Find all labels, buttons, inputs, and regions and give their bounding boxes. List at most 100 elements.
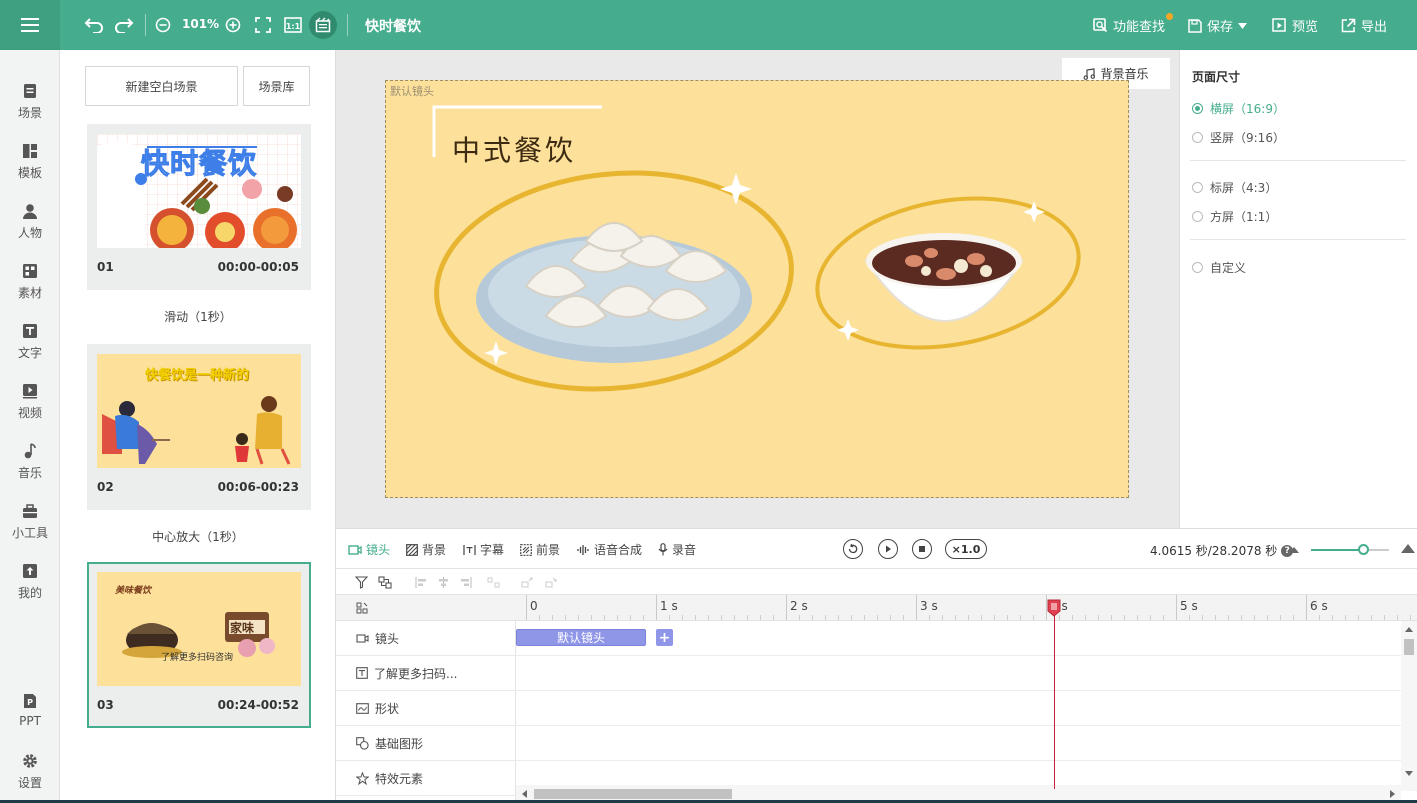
transition-label[interactable]: 滑动（1秒） bbox=[60, 308, 336, 325]
tab-voice-synthesis[interactable]: 语音合成 bbox=[577, 541, 642, 558]
save-button[interactable]: 保存 bbox=[1188, 16, 1248, 35]
add-lens-button[interactable]: + bbox=[656, 629, 673, 646]
play-button[interactable] bbox=[878, 539, 898, 559]
page-size-option-4-3[interactable]: 标屏（4:3） bbox=[1192, 179, 1277, 196]
ruler-minor-tick bbox=[1319, 615, 1320, 620]
preview-button[interactable]: 预览 bbox=[1272, 16, 1318, 35]
track-lanes: 默认镜头 + bbox=[516, 621, 1401, 791]
stage-canvas[interactable]: 默认镜头 中式餐饮 bbox=[385, 80, 1129, 498]
zoom-in-mountain-icon[interactable] bbox=[1401, 542, 1415, 553]
redo-button[interactable] bbox=[112, 13, 136, 37]
project-title[interactable]: 快时餐饮 bbox=[365, 16, 421, 36]
page-size-option-custom[interactable]: 自定义 bbox=[1192, 259, 1246, 276]
scene-library-button[interactable]: 场景库 bbox=[243, 66, 310, 106]
sidebar-item-scene[interactable]: 场景 bbox=[0, 82, 60, 132]
subtitle-mode-button[interactable] bbox=[309, 11, 337, 39]
ruler-minor-tick bbox=[1124, 615, 1125, 620]
tab-lens[interactable]: 镜头 bbox=[348, 541, 390, 558]
playhead-handle-icon[interactable] bbox=[1047, 599, 1061, 617]
ruler-minor-tick bbox=[1228, 615, 1229, 620]
sidebar-item-video[interactable]: 视频 bbox=[0, 382, 60, 432]
zoom-out-mountain-icon[interactable] bbox=[1289, 545, 1299, 553]
new-blank-scene-button[interactable]: 新建空白场景 bbox=[85, 66, 238, 106]
group-button[interactable] bbox=[378, 575, 392, 589]
sidebar-item-text[interactable]: 文字 bbox=[0, 322, 60, 372]
timeline-zoom-slider[interactable] bbox=[1311, 544, 1389, 555]
zoom-in-button[interactable] bbox=[221, 13, 245, 37]
track-basic-shape[interactable]: 基础图形 bbox=[336, 726, 516, 761]
sidebar-item-tools[interactable]: 小工具 bbox=[0, 502, 60, 552]
sidebar-item-music[interactable]: 音乐 bbox=[0, 442, 60, 492]
scene-card-1[interactable]: 快时餐饮 01 00:00-00:05 bbox=[87, 124, 311, 290]
track-lens[interactable]: 镜头 bbox=[336, 621, 516, 656]
stage-heading[interactable]: 中式餐饮 bbox=[452, 129, 576, 169]
toolbox-icon bbox=[21, 502, 39, 520]
align-center-button[interactable] bbox=[436, 575, 450, 589]
ruler-minor-tick bbox=[851, 615, 852, 620]
group-icon bbox=[378, 575, 392, 589]
default-lens-clip[interactable]: 默认镜头 bbox=[516, 629, 646, 646]
sidebar-item-template[interactable]: 模板 bbox=[0, 142, 60, 192]
sidebar-item-person[interactable]: 人物 bbox=[0, 202, 60, 252]
stop-button[interactable] bbox=[912, 539, 932, 559]
actual-size-icon: 1:1 bbox=[284, 17, 302, 33]
page-size-option-label: 自定义 bbox=[1210, 261, 1247, 275]
time-ruler[interactable]: 01 s2 s3 s4 s5 s6 s bbox=[516, 595, 1417, 621]
sidebar-label-text: 文字 bbox=[17, 346, 42, 360]
sidebar-item-settings[interactable]: 设置 bbox=[0, 752, 60, 802]
undo-button[interactable] bbox=[82, 13, 106, 37]
fit-screen-button[interactable] bbox=[251, 13, 275, 37]
tab-background[interactable]: 背景 bbox=[406, 541, 446, 558]
sidebar-item-mine[interactable]: 我的 bbox=[0, 562, 60, 612]
timeline-horizontal-scrollbar[interactable] bbox=[516, 785, 1401, 801]
track-effect[interactable]: 特效元素 bbox=[336, 761, 516, 796]
horizontal-scroll-thumb[interactable] bbox=[534, 789, 732, 799]
page-size-option-9-16[interactable]: 竖屏（9:16） bbox=[1192, 129, 1285, 146]
ruler-minor-tick bbox=[812, 615, 813, 620]
tab-recording[interactable]: 录音 bbox=[658, 541, 696, 558]
export-button[interactable]: 导出 bbox=[1341, 16, 1387, 35]
layer-up-button[interactable] bbox=[520, 575, 534, 589]
tab-foreground[interactable]: 前景 bbox=[520, 541, 560, 558]
page-size-option-label: 横屏（16:9） bbox=[1210, 102, 1285, 116]
ruler-minor-tick bbox=[1241, 615, 1242, 620]
ruler-minor-tick bbox=[942, 615, 943, 620]
ruler-minor-tick bbox=[617, 615, 618, 620]
distribute-button[interactable] bbox=[486, 575, 500, 589]
layer-down-button[interactable] bbox=[544, 575, 558, 589]
menu-button[interactable] bbox=[0, 0, 60, 50]
sidebar-item-ppt[interactable]: P PPT bbox=[0, 692, 60, 742]
sidebar-item-material[interactable]: 素材 bbox=[0, 262, 60, 312]
timeline-vertical-scrollbar[interactable] bbox=[1401, 621, 1417, 791]
preview-icon bbox=[1272, 18, 1286, 32]
page-size-option-1-1[interactable]: 方屏（1:1） bbox=[1192, 208, 1277, 225]
ppt-icon: P bbox=[21, 692, 39, 710]
track-text[interactable]: 了解更多扫码... bbox=[336, 656, 516, 691]
scene-thumb-title: 美味餐饮 bbox=[115, 586, 152, 596]
actual-size-button[interactable]: 1:1 bbox=[281, 13, 305, 37]
svg-text:P: P bbox=[27, 698, 33, 707]
feature-search-button[interactable]: 功能查找 bbox=[1093, 16, 1165, 35]
scene-card-2[interactable]: 快餐饮是一种新的 02 00:06-00:23 bbox=[87, 344, 311, 510]
align-right-button[interactable] bbox=[458, 575, 472, 589]
ruler-minor-tick bbox=[1150, 615, 1151, 620]
align-left-button[interactable] bbox=[414, 575, 428, 589]
scroll-right-arrow-icon bbox=[1390, 790, 1395, 798]
zoom-slider-knob[interactable] bbox=[1358, 544, 1370, 555]
scene-card-3[interactable]: 美味餐饮 家味 了解更多扫码咨询 03 00:24-00:52 bbox=[87, 562, 311, 728]
zoom-out-button[interactable] bbox=[151, 13, 175, 37]
track-shape[interactable]: 形状 bbox=[336, 691, 516, 726]
replay-button[interactable] bbox=[843, 539, 863, 559]
ruler-minor-tick bbox=[968, 615, 969, 620]
transition-label[interactable]: 中心放大（1秒） bbox=[60, 528, 336, 545]
filter-button[interactable] bbox=[354, 575, 368, 589]
radio-icon bbox=[1192, 132, 1203, 143]
tab-subtitle[interactable]: 字幕 bbox=[463, 541, 504, 558]
ruler-tick-label: 5 s bbox=[1180, 599, 1198, 613]
playback-speed-button[interactable]: ×1.0 bbox=[945, 539, 987, 559]
ruler-tick-label: 1 s bbox=[660, 599, 678, 613]
sidebar-label-ppt: PPT bbox=[19, 714, 41, 728]
page-size-option-16-9[interactable]: 横屏（16:9） bbox=[1192, 100, 1285, 117]
ruler-minor-tick bbox=[643, 615, 644, 620]
vertical-scroll-thumb[interactable] bbox=[1404, 639, 1414, 655]
